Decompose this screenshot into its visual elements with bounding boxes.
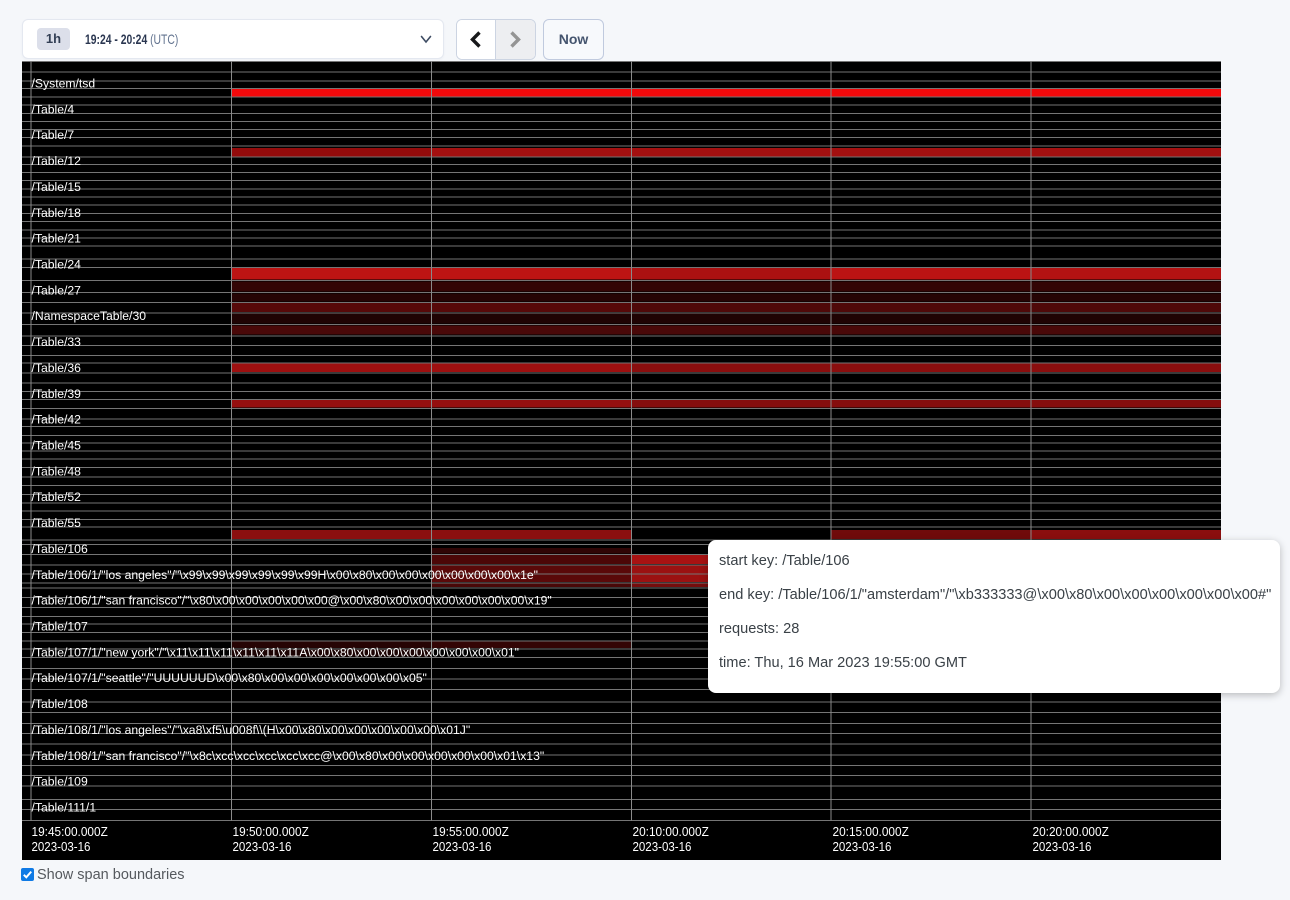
svg-text:/Table/33: /Table/33 (32, 335, 82, 349)
svg-text:2023-03-16: 2023-03-16 (1033, 839, 1092, 854)
svg-text:20:10:00.000Z: 20:10:00.000Z (633, 824, 709, 839)
svg-text:20:15:00.000Z: 20:15:00.000Z (833, 824, 909, 839)
svg-text:/Table/107/1/"new york"/"\x11\: /Table/107/1/"new york"/"\x11\x11\x11\x1… (32, 645, 520, 659)
svg-text:20:20:00.000Z: 20:20:00.000Z (1033, 824, 1109, 839)
svg-text:/Table/18: /Table/18 (32, 206, 82, 220)
svg-text:/Table/27: /Table/27 (32, 283, 82, 297)
svg-text:/Table/12: /Table/12 (32, 154, 82, 168)
svg-text:/Table/42: /Table/42 (32, 413, 82, 427)
svg-text:/Table/48: /Table/48 (32, 464, 82, 478)
svg-text:/Table/24: /Table/24 (32, 258, 82, 272)
svg-text:/Table/108: /Table/108 (32, 697, 88, 711)
svg-text:/Table/108/1/"los angeles"/"\x: /Table/108/1/"los angeles"/"\xa8\xf5\u00… (32, 723, 471, 737)
svg-text:/Table/111/1: /Table/111/1 (32, 801, 97, 815)
svg-text:/Table/109: /Table/109 (32, 775, 88, 789)
svg-text:2023-03-16: 2023-03-16 (433, 839, 492, 854)
svg-text:/Table/55: /Table/55 (32, 516, 82, 530)
svg-text:/Table/4: /Table/4 (32, 102, 75, 116)
svg-text:19:50:00.000Z: 19:50:00.000Z (233, 824, 309, 839)
svg-text:/Table/52: /Table/52 (32, 490, 82, 504)
svg-text:/Table/106: /Table/106 (32, 542, 88, 556)
svg-text:2023-03-16: 2023-03-16 (833, 839, 892, 854)
svg-text:2023-03-16: 2023-03-16 (32, 839, 91, 854)
svg-text:/NamespaceTable/30: /NamespaceTable/30 (32, 309, 147, 323)
svg-text:/Table/7: /Table/7 (32, 128, 75, 142)
svg-text:/Table/108/1/"san francisco"/": /Table/108/1/"san francisco"/"\x8c\xcc\x… (32, 749, 545, 763)
svg-text:/Table/106/1/"san francisco"/": /Table/106/1/"san francisco"/"\x80\x00\x… (32, 594, 552, 608)
svg-text:/Table/39: /Table/39 (32, 387, 82, 401)
svg-text:/Table/106/1/"los angeles"/"\x: /Table/106/1/"los angeles"/"\x99\x99\x99… (32, 568, 538, 582)
svg-text:/Table/15: /Table/15 (32, 180, 82, 194)
svg-text:/Table/107: /Table/107 (32, 620, 88, 634)
svg-text:19:55:00.000Z: 19:55:00.000Z (433, 824, 509, 839)
svg-text:/Table/107/1/"seattle"/"UUUUUU: /Table/107/1/"seattle"/"UUUUUUD\x00\x80\… (32, 671, 427, 685)
svg-text:2023-03-16: 2023-03-16 (233, 839, 292, 854)
svg-text:/System/tsd: /System/tsd (32, 77, 96, 91)
svg-text:/Table/21: /Table/21 (32, 232, 82, 246)
svg-text:/Table/36: /Table/36 (32, 361, 82, 375)
svg-text:2023-03-16: 2023-03-16 (633, 839, 692, 854)
svg-text:19:45:00.000Z: 19:45:00.000Z (32, 824, 108, 839)
svg-text:/Table/45: /Table/45 (32, 439, 82, 453)
